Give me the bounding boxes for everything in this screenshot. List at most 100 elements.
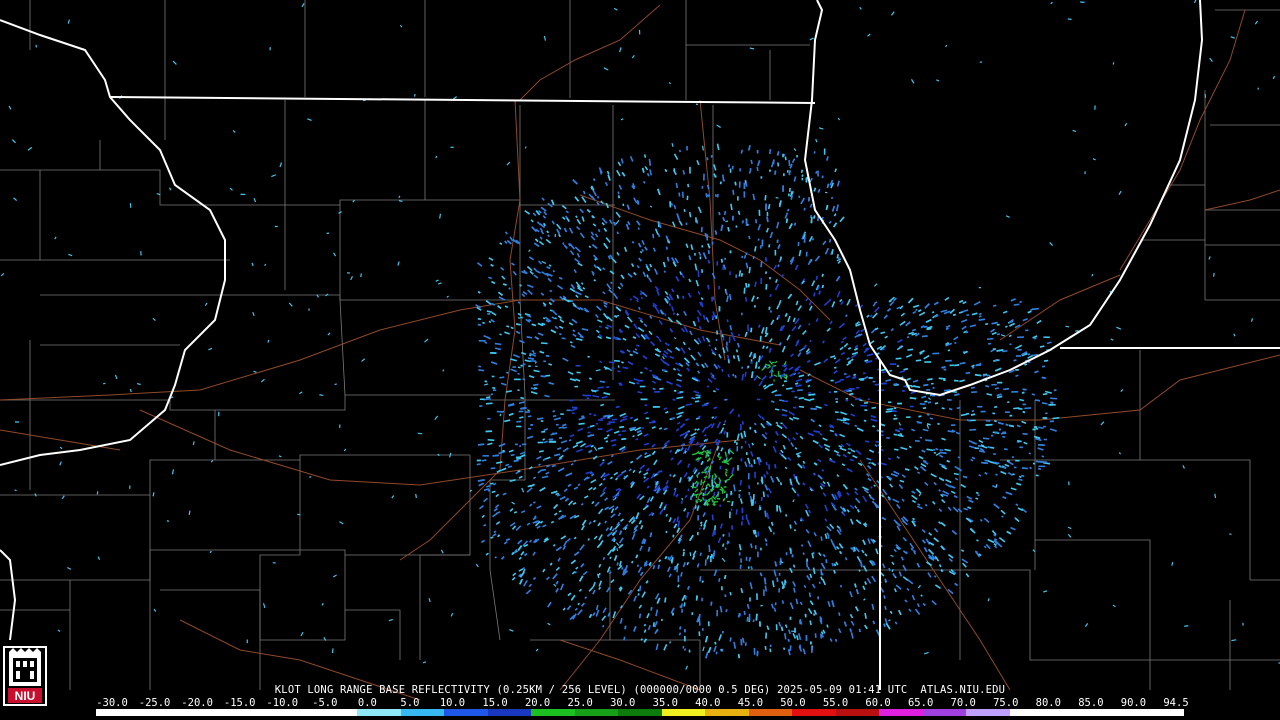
echo-mark	[617, 191, 620, 195]
echo-mark	[855, 397, 861, 401]
echo-mark	[524, 146, 527, 149]
echo-mark	[975, 491, 979, 495]
echo-mark	[704, 470, 708, 474]
echo-mark	[619, 383, 623, 386]
echo-mark	[650, 606, 653, 611]
echo-mark	[319, 394, 324, 397]
echo-mark	[624, 625, 627, 630]
echo-mark	[899, 432, 903, 436]
echo-mark	[723, 210, 727, 216]
scale-label: 35.0	[652, 697, 678, 709]
echo-mark	[946, 459, 950, 463]
echo-mark	[780, 626, 784, 631]
echo-mark	[699, 576, 702, 582]
echo-mark	[1213, 272, 1215, 277]
echo-mark	[711, 416, 715, 419]
echo-mark	[629, 298, 633, 301]
echo-mark	[1013, 359, 1017, 362]
echo-mark	[506, 325, 510, 328]
echo-mark	[649, 369, 653, 372]
echo-mark	[766, 216, 769, 223]
echo-mark	[558, 332, 562, 336]
echo-mark	[619, 425, 625, 429]
echo-mark	[533, 501, 536, 504]
echo-mark	[800, 169, 804, 174]
echo-mark	[1022, 410, 1026, 414]
echo-mark	[998, 465, 1002, 468]
echo-mark	[1031, 393, 1036, 396]
echo-mark	[664, 168, 668, 173]
echo-mark	[856, 386, 860, 389]
echo-mark	[689, 552, 692, 557]
echo-mark	[505, 371, 509, 374]
echo-mark	[838, 612, 841, 617]
echo-mark	[692, 453, 697, 456]
echo-mark	[721, 543, 725, 547]
echo-mark	[699, 499, 702, 503]
echo-mark	[493, 530, 497, 534]
echo-mark	[398, 200, 403, 203]
echo-mark	[802, 552, 805, 555]
echo-mark	[781, 384, 785, 387]
echo-mark	[729, 637, 732, 642]
echo-mark	[966, 419, 971, 422]
echo-mark	[652, 387, 656, 391]
echo-mark	[970, 413, 976, 416]
echo-mark	[727, 373, 730, 378]
echo-mark	[729, 324, 733, 331]
echo-mark	[947, 349, 951, 352]
echo-mark	[520, 364, 524, 368]
color-scale-step	[139, 709, 184, 716]
echo-mark	[619, 420, 623, 423]
echo-mark	[663, 427, 668, 431]
echo-mark	[803, 584, 807, 589]
echo-mark	[744, 296, 748, 302]
echo-mark	[883, 595, 886, 599]
echo-mark	[609, 556, 612, 560]
echo-mark	[918, 415, 922, 418]
echo-mark	[677, 520, 681, 527]
echo-mark	[598, 325, 602, 328]
echo-mark	[672, 398, 676, 401]
scale-label: 25.0	[567, 697, 593, 709]
echo-mark	[672, 312, 676, 315]
echo-mark	[787, 208, 790, 212]
echo-mark	[616, 231, 620, 235]
echo-mark	[522, 566, 526, 570]
echo-mark	[752, 255, 755, 260]
echo-mark	[728, 293, 732, 301]
echo-mark	[439, 213, 442, 219]
echo-mark	[763, 443, 767, 447]
echo-mark	[658, 427, 663, 430]
echo-mark	[617, 195, 621, 199]
echo-mark	[1019, 300, 1023, 304]
echo-mark	[963, 507, 969, 511]
echo-mark	[613, 538, 616, 543]
scale-label: 55.0	[822, 697, 849, 709]
echo-mark	[1002, 350, 1008, 353]
color-scale-labels: -30.0 -25.0 -20.0 -15.0 -10.0 -5.0 0.0 5.0 10.0 1…	[0, 697, 1280, 709]
echo-mark	[939, 451, 947, 455]
echo-mark	[538, 463, 541, 466]
echo-mark	[668, 302, 672, 307]
echo-mark	[600, 403, 605, 407]
echo-mark	[490, 536, 494, 539]
echo-mark	[712, 530, 715, 537]
echo-mark	[993, 304, 997, 307]
echo-mark	[699, 451, 704, 454]
echo-mark	[740, 445, 743, 449]
echo-mark	[750, 499, 753, 507]
echo-mark	[331, 648, 334, 654]
echo-mark	[932, 448, 936, 451]
echo-mark	[735, 509, 738, 515]
echo-mark	[562, 242, 565, 246]
echo-mark	[413, 93, 416, 97]
echo-mark	[808, 592, 812, 598]
echo-mark	[974, 550, 979, 554]
echo-mark	[582, 287, 586, 290]
echo-mark	[739, 564, 742, 569]
echo-mark	[520, 406, 526, 410]
echo-mark	[797, 241, 800, 246]
echo-mark	[621, 430, 627, 433]
echo-mark	[748, 556, 752, 562]
